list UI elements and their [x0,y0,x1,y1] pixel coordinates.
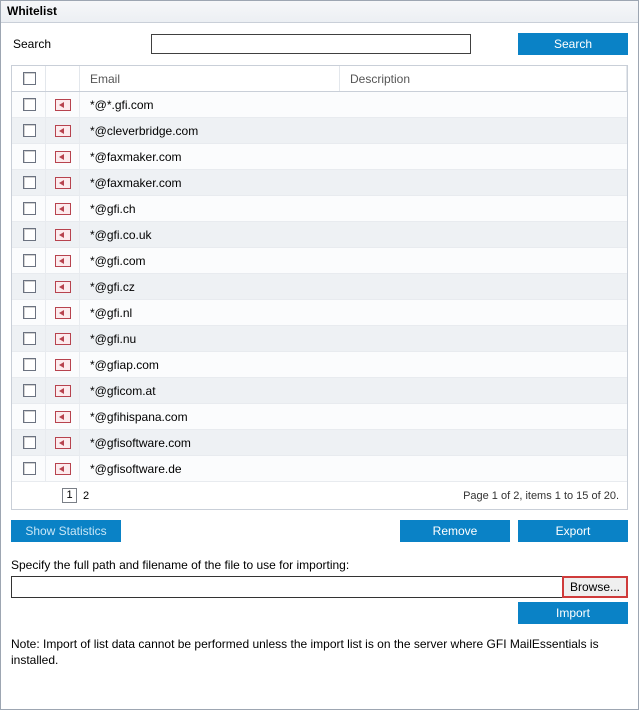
table-row[interactable]: *@gfi.nu [12,326,627,352]
entry-icon [55,307,71,319]
content-area: Search Search Email Description *@*.gfi.… [1,23,638,709]
table-row[interactable]: *@gficom.at [12,378,627,404]
import-note: Note: Import of list data cannot be perf… [11,636,628,668]
row-checkbox[interactable] [23,254,36,267]
row-email: *@faxmaker.com [80,176,340,190]
row-email: *@*.gfi.com [80,98,340,112]
row-email: *@gfi.com [80,254,340,268]
row-email: *@gfisoftware.com [80,436,340,450]
entry-icon [55,125,71,137]
page-link-2[interactable]: 2 [83,490,89,502]
search-input-wrap [151,34,471,54]
import-path-input[interactable] [11,576,563,598]
row-email: *@gfi.cz [80,280,340,294]
whitelist-table: Email Description *@*.gfi.com *@cleverbri… [11,65,628,482]
search-row: Search Search [11,33,628,55]
export-button[interactable]: Export [518,520,628,542]
entry-icon [55,359,71,371]
whitelist-window: Whitelist Search Search Email Descriptio… [0,0,639,710]
entry-icon [55,281,71,293]
page-current[interactable]: 1 [62,488,77,503]
entry-icon [55,229,71,241]
row-checkbox[interactable] [23,202,36,215]
import-row: Browse... [11,576,628,598]
table-row[interactable]: *@gfi.cz [12,274,627,300]
row-email: *@gfisoftware.de [80,462,340,476]
entry-icon [55,255,71,267]
row-checkbox[interactable] [23,124,36,137]
table-row[interactable]: *@gfi.nl [12,300,627,326]
table-row[interactable]: *@gfi.ch [12,196,627,222]
import-label: Specify the full path and filename of th… [11,558,628,572]
import-button[interactable]: Import [518,602,628,624]
header-description[interactable]: Description [340,66,627,91]
window-title: Whitelist [1,1,638,23]
pager-status: Page 1 of 2, items 1 to 15 of 20. [463,490,619,502]
row-checkbox[interactable] [23,150,36,163]
row-checkbox[interactable] [23,176,36,189]
row-checkbox[interactable] [23,358,36,371]
row-checkbox[interactable] [23,280,36,293]
row-email: *@gfi.nu [80,332,340,346]
entry-icon [55,151,71,163]
table-header: Email Description [12,66,627,92]
pager: 1 2 Page 1 of 2, items 1 to 15 of 20. [11,482,628,510]
row-checkbox[interactable] [23,436,36,449]
import-section: Specify the full path and filename of th… [11,558,628,624]
table-row[interactable]: *@gfisoftware.com [12,430,627,456]
row-checkbox[interactable] [23,98,36,111]
entry-icon [55,437,71,449]
browse-button[interactable]: Browse... [562,576,628,598]
table-row[interactable]: *@gfiap.com [12,352,627,378]
entry-icon [55,203,71,215]
entry-icon [55,463,71,475]
entry-icon [55,411,71,423]
table-row[interactable]: *@faxmaker.com [12,170,627,196]
row-email: *@gfihispana.com [80,410,340,424]
row-email: *@gficom.at [80,384,340,398]
search-label: Search [11,37,71,51]
entry-icon [55,177,71,189]
table-row[interactable]: *@cleverbridge.com [12,118,627,144]
row-checkbox[interactable] [23,410,36,423]
header-email[interactable]: Email [80,66,340,91]
entry-icon [55,333,71,345]
entry-icon [55,385,71,397]
header-icon-col [46,66,80,91]
row-checkbox[interactable] [23,306,36,319]
row-checkbox[interactable] [23,384,36,397]
row-checkbox[interactable] [23,462,36,475]
table-row[interactable]: *@faxmaker.com [12,144,627,170]
row-checkbox[interactable] [23,228,36,241]
row-email: *@gfi.nl [80,306,340,320]
action-row: Show Statistics Remove Export [11,520,628,542]
entry-icon [55,99,71,111]
row-email: *@gfiap.com [80,358,340,372]
remove-button[interactable]: Remove [400,520,510,542]
table-row[interactable]: *@gfi.co.uk [12,222,627,248]
row-email: *@cleverbridge.com [80,124,340,138]
search-input[interactable] [151,34,471,54]
table-row[interactable]: *@gfi.com [12,248,627,274]
table-row[interactable]: *@*.gfi.com [12,92,627,118]
table-row[interactable]: *@gfisoftware.de [12,456,627,482]
show-statistics-button[interactable]: Show Statistics [11,520,121,542]
row-checkbox[interactable] [23,332,36,345]
search-button[interactable]: Search [518,33,628,55]
row-email: *@gfi.co.uk [80,228,340,242]
table-row[interactable]: *@gfihispana.com [12,404,627,430]
row-email: *@gfi.ch [80,202,340,216]
table-body: *@*.gfi.com *@cleverbridge.com *@faxmaker.… [12,92,627,482]
row-email: *@faxmaker.com [80,150,340,164]
select-all-checkbox[interactable] [23,72,36,85]
